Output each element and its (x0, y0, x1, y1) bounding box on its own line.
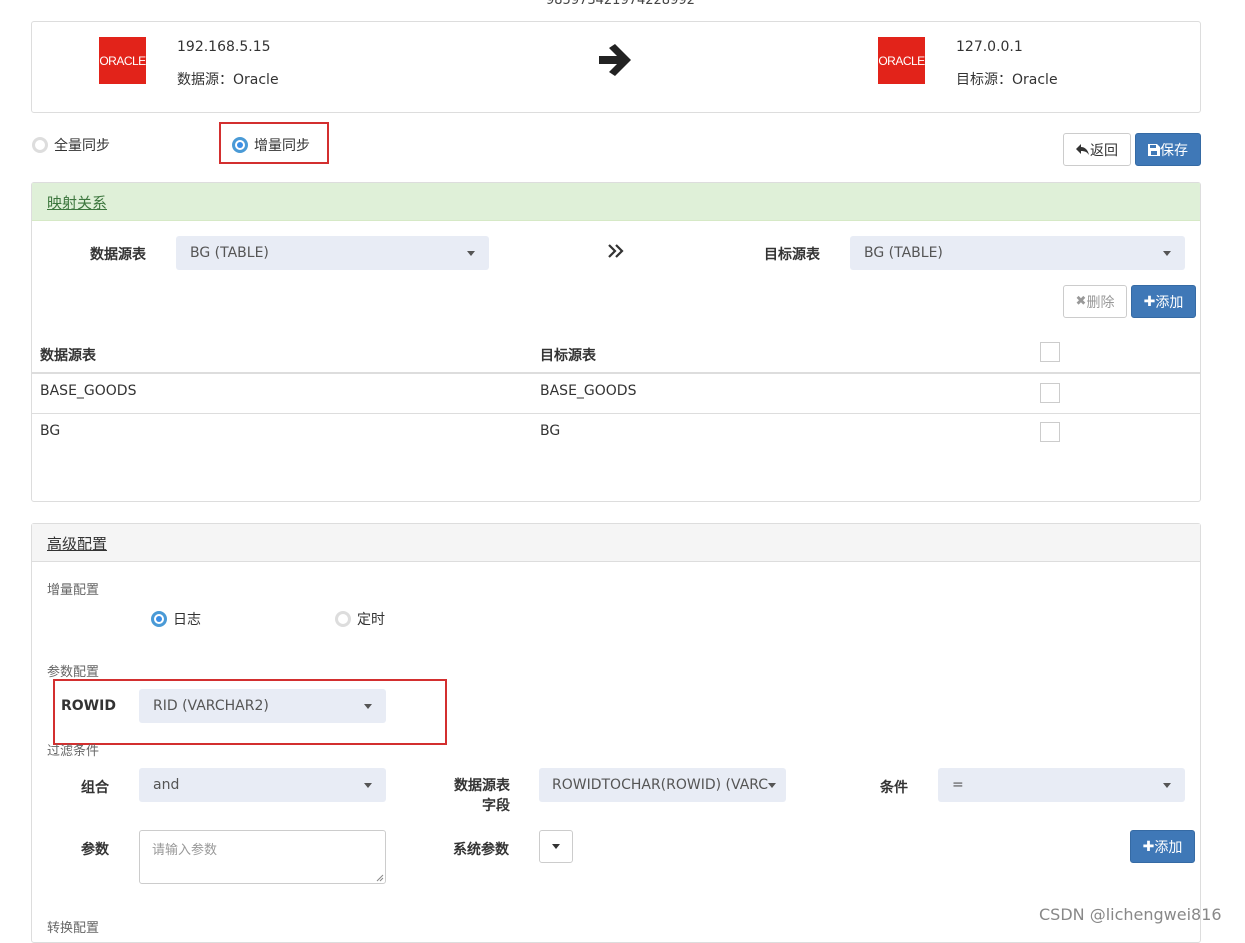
radio-incremental-sync-label: 增量同步 (254, 138, 310, 154)
delete-button-label: 删除 (1086, 294, 1115, 311)
save-button-label: 保存 (1160, 142, 1188, 159)
row-2-source: BG (40, 423, 61, 439)
add-filter-button[interactable]: ✚ 添加 (1130, 830, 1195, 863)
add-mapping-button-label: 添加 (1155, 294, 1184, 311)
target-oracle-logo: ORACLE (878, 37, 925, 84)
incremental-config-label: 增量配置 (47, 583, 100, 598)
group-select[interactable]: and (139, 768, 386, 802)
close-icon: ✖ (1075, 294, 1087, 309)
radio-log[interactable]: 日志 (151, 609, 201, 629)
select-all-checkbox[interactable] (1040, 342, 1060, 362)
radio-off-icon (32, 137, 48, 153)
caret-down-icon (467, 250, 475, 256)
caret-down-icon (364, 782, 372, 788)
arrow-right-icon (599, 44, 631, 76)
table-header-divider (32, 372, 1200, 374)
radio-timed-label: 定时 (357, 612, 385, 628)
source-host: 192.168.5.15 (177, 39, 271, 55)
plus-icon: ✚ (1143, 293, 1156, 310)
source-field-value: ROWIDTOCHAR(ROWID) (VARC (552, 777, 768, 793)
radio-log-label: 日志 (173, 612, 201, 628)
column-header-source: 数据源表 (40, 348, 96, 364)
radio-full-sync-label: 全量同步 (54, 138, 110, 154)
radio-full-sync[interactable]: 全量同步 (32, 135, 110, 155)
table-row-divider (32, 413, 1200, 414)
delete-button[interactable]: ✖ 删除 (1063, 285, 1127, 318)
target-table-value: BG (TABLE) (864, 245, 943, 261)
row-2-target: BG (540, 423, 561, 439)
condition-select[interactable]: = (938, 768, 1185, 802)
save-button[interactable]: 保存 (1135, 133, 1201, 166)
mapping-panel-title[interactable]: 映射关系 (47, 192, 107, 213)
system-param-label: 系统参数 (453, 842, 509, 858)
param-label: 参数 (81, 842, 109, 858)
highlight-box-rowid (53, 679, 447, 745)
caret-down-icon (1163, 782, 1171, 788)
param-input[interactable]: 请输入参数 (139, 830, 386, 884)
radio-incremental-sync[interactable]: 增量同步 (232, 135, 310, 155)
system-param-dropdown[interactable] (539, 830, 573, 863)
row-1-source: BASE_GOODS (40, 383, 137, 399)
double-chevron-right-icon (608, 244, 624, 258)
source-table-select[interactable]: BG (TABLE) (176, 236, 489, 270)
back-button[interactable]: 返回 (1063, 133, 1131, 166)
advanced-panel-title[interactable]: 高级配置 (47, 533, 107, 554)
mapping-panel (31, 182, 1201, 502)
convert-config-label: 转换配置 (47, 921, 100, 936)
radio-on-icon (151, 611, 167, 627)
column-header-target: 目标源表 (540, 348, 596, 364)
source-table-value: BG (TABLE) (190, 245, 269, 261)
row-1-checkbox[interactable] (1040, 383, 1060, 403)
radio-on-icon (232, 137, 248, 153)
caret-down-icon (552, 844, 560, 849)
resize-grip-icon[interactable] (376, 874, 384, 882)
caret-down-icon (1163, 250, 1171, 256)
group-label: 组合 (81, 780, 109, 796)
condition-value: = (952, 777, 964, 793)
job-id-text: 985973421974228992 (546, 0, 695, 8)
caret-down-icon (768, 782, 776, 788)
floppy-disk-icon (1148, 143, 1160, 156)
add-mapping-button[interactable]: ✚ 添加 (1131, 285, 1196, 318)
group-value: and (153, 777, 180, 793)
watermark-text: CSDN @lichengwei816 (1039, 905, 1222, 924)
target-table-select[interactable]: BG (TABLE) (850, 236, 1185, 270)
filter-condition-label: 过滤条件 (47, 744, 100, 759)
source-type: 数据源：Oracle (177, 72, 279, 88)
source-table-label: 数据源表 (90, 247, 146, 263)
reply-icon (1076, 143, 1089, 155)
source-field-select[interactable]: ROWIDTOCHAR(ROWID) (VARC (539, 768, 786, 802)
add-filter-button-label: 添加 (1154, 839, 1183, 856)
radio-timed[interactable]: 定时 (335, 609, 385, 629)
plus-icon: ✚ (1142, 838, 1155, 855)
mapping-panel-header (32, 183, 1200, 221)
row-1-target: BASE_GOODS (540, 383, 637, 399)
condition-label: 条件 (880, 780, 908, 796)
back-button-label: 返回 (1090, 142, 1118, 159)
target-host: 127.0.0.1 (956, 39, 1023, 55)
param-config-label: 参数配置 (47, 665, 100, 680)
target-table-label: 目标源表 (764, 247, 820, 263)
advanced-panel-header (32, 524, 1200, 562)
source-oracle-logo: ORACLE (99, 37, 146, 84)
target-type: 目标源：Oracle (956, 72, 1058, 88)
source-field-label: 数据源表字段 (454, 778, 510, 814)
row-2-checkbox[interactable] (1040, 422, 1060, 442)
radio-off-icon (335, 611, 351, 627)
